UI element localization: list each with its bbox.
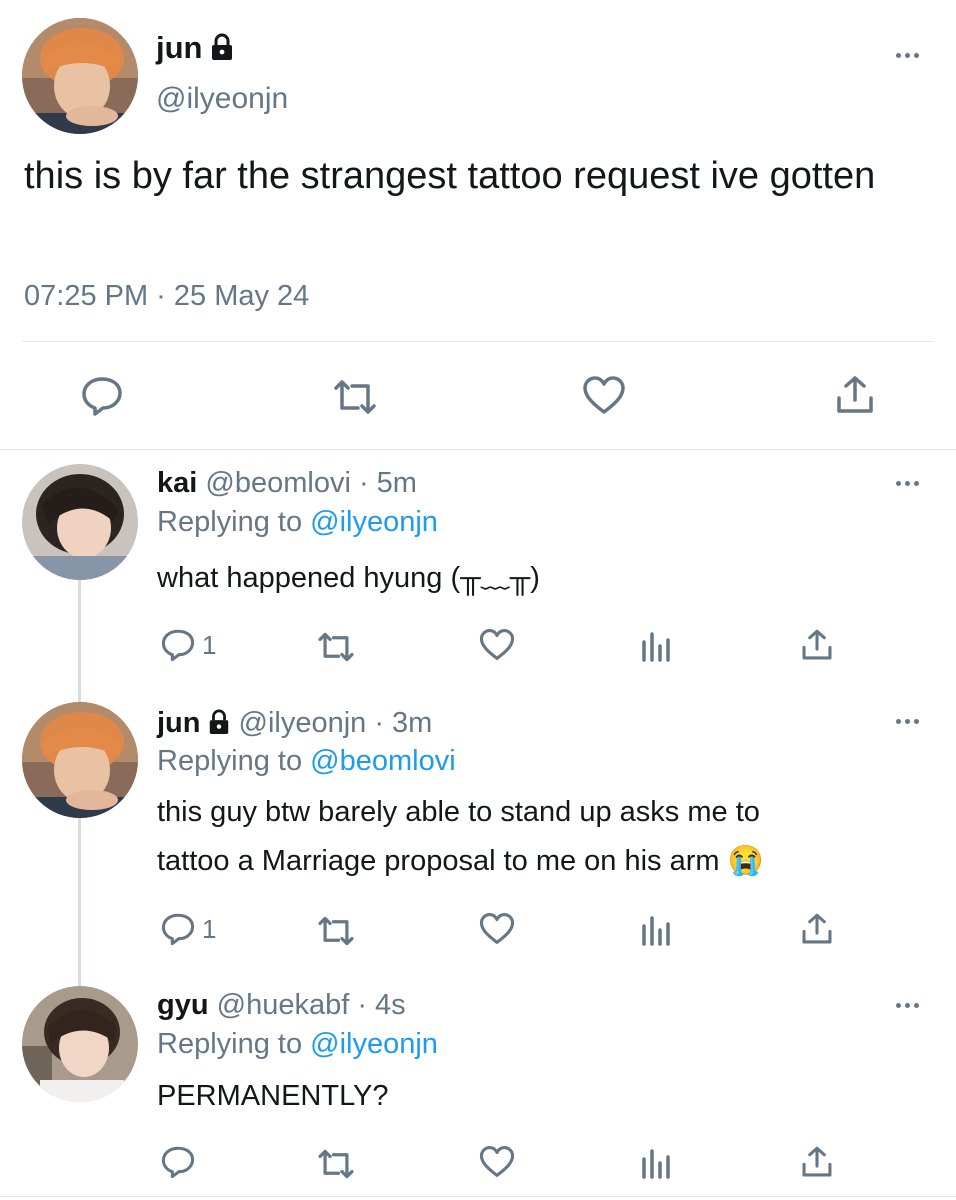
author-handle[interactable]: @beomlovi: [205, 467, 351, 499]
reply-time: · 5m: [358, 467, 417, 499]
avatar[interactable]: [22, 702, 138, 818]
mention-link[interactable]: @beomlovi: [310, 745, 456, 777]
author-name[interactable]: jun: [157, 707, 201, 739]
retweet-button[interactable]: [315, 631, 357, 663]
reply-icon: [160, 912, 196, 946]
share-icon: [834, 374, 876, 416]
reply-count: 1: [202, 629, 217, 660]
share-icon: [800, 1145, 834, 1179]
lock-icon: [209, 31, 235, 71]
share-button[interactable]: [834, 374, 876, 416]
replying-label: Replying to: [157, 745, 303, 777]
retweet-icon: [330, 378, 380, 416]
mention-link[interactable]: @ilyeonjn: [310, 506, 438, 538]
retweet-icon: [315, 1148, 357, 1180]
analytics-button[interactable]: [641, 1147, 671, 1179]
reply-time: · 3m: [374, 707, 433, 739]
replying-to: Replying to @beomlovi: [157, 742, 456, 780]
analytics-button[interactable]: [641, 914, 671, 946]
reply-text-line: tattoo a Marriage proposal to me on his …: [157, 845, 764, 877]
author-name[interactable]: gyu: [157, 989, 209, 1021]
like-button[interactable]: [479, 912, 515, 945]
author-name[interactable]: jun: [156, 30, 203, 65]
share-icon: [800, 912, 834, 946]
like-button[interactable]: [479, 1145, 515, 1178]
analytics-icon: [641, 1147, 671, 1179]
analytics-button[interactable]: [641, 630, 671, 662]
retweet-icon: [315, 915, 357, 947]
tweet-text: this is by far the strangest tattoo requ…: [24, 155, 876, 197]
divider: [0, 449, 956, 450]
reply-button[interactable]: 1: [160, 912, 216, 946]
author-name[interactable]: kai: [157, 467, 197, 499]
avatar[interactable]: [22, 986, 138, 1102]
replying-to: Replying to @ilyeonjn: [157, 1025, 438, 1063]
share-button[interactable]: [800, 912, 834, 946]
like-icon: [479, 628, 515, 661]
share-button[interactable]: [800, 628, 834, 662]
tweet-timestamp: 07:25 PM · 25 May 24: [24, 280, 310, 312]
replying-label: Replying to: [157, 1028, 303, 1060]
retweet-button[interactable]: [315, 915, 357, 947]
more-icon[interactable]: [890, 48, 924, 62]
analytics-icon: [641, 630, 671, 662]
like-icon: [479, 1145, 515, 1178]
share-button[interactable]: [800, 1145, 834, 1179]
reply-icon: [80, 375, 124, 417]
replying-to: Replying to @ilyeonjn: [157, 503, 438, 541]
divider: [22, 341, 934, 342]
author-handle[interactable]: @huekabf: [217, 989, 350, 1021]
reply-button[interactable]: 1: [160, 628, 216, 662]
author-handle[interactable]: @ilyeonjn: [156, 80, 288, 118]
more-icon[interactable]: [890, 714, 924, 728]
retweet-button[interactable]: [315, 1148, 357, 1180]
reply-text: PERMANENTLY?: [157, 1080, 389, 1112]
share-icon: [800, 628, 834, 662]
like-button[interactable]: [479, 628, 515, 661]
reply-text: what happened hyung (╥﹏╥): [157, 562, 540, 594]
divider: [0, 1196, 956, 1197]
reply-icon: [160, 1145, 196, 1179]
mention-link[interactable]: @ilyeonjn: [310, 1028, 438, 1060]
analytics-icon: [641, 914, 671, 946]
more-icon[interactable]: [890, 476, 924, 490]
like-button[interactable]: [582, 375, 626, 415]
reply-time: · 4s: [357, 989, 406, 1021]
replying-label: Replying to: [157, 506, 303, 538]
retweet-button[interactable]: [330, 378, 380, 416]
reply-button[interactable]: [80, 375, 124, 417]
reply-count: 1: [202, 913, 217, 944]
retweet-icon: [315, 631, 357, 663]
author-handle[interactable]: @ilyeonjn: [239, 707, 367, 739]
more-icon[interactable]: [890, 998, 924, 1012]
avatar[interactable]: [22, 464, 138, 580]
avatar[interactable]: [22, 18, 138, 134]
like-icon: [582, 375, 626, 415]
reply-button[interactable]: [160, 1145, 202, 1179]
reply-icon: [160, 628, 196, 662]
like-icon: [479, 912, 515, 945]
lock-icon: [207, 707, 231, 745]
reply-text-line: this guy btw barely able to stand up ask…: [157, 796, 760, 828]
